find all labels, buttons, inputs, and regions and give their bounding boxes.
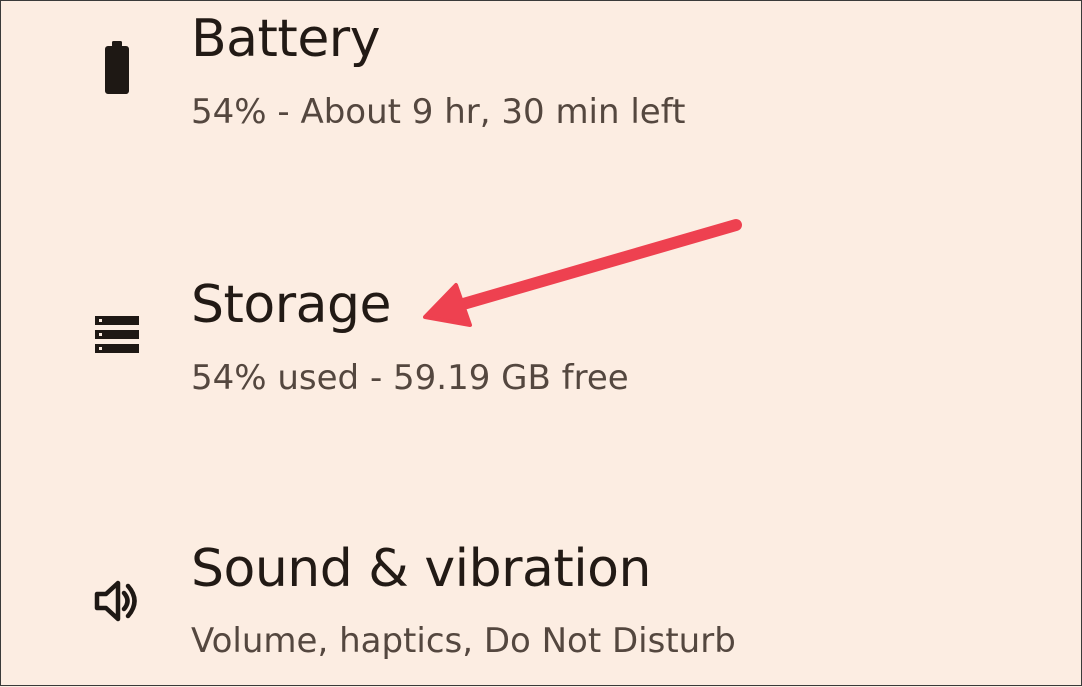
settings-item-summary: Volume, haptics, Do Not Disturb bbox=[191, 621, 736, 661]
settings-item-sound-vibration[interactable]: Sound & vibration Volume, haptics, Do No… bbox=[1, 461, 1081, 687]
settings-item-summary: 54% - About 9 hr, 30 min left bbox=[191, 92, 686, 132]
settings-item-title: Sound & vibration bbox=[191, 539, 651, 599]
settings-item-battery[interactable]: Battery 54% - About 9 hr, 30 min left bbox=[1, 1, 1081, 201]
settings-item-storage[interactable]: Storage 54% used - 59.19 GB free bbox=[1, 201, 1081, 461]
storage-icon bbox=[89, 307, 145, 363]
settings-item-title: Battery bbox=[191, 9, 380, 69]
battery-icon bbox=[89, 41, 145, 97]
volume-icon bbox=[89, 573, 145, 629]
settings-item-summary: 54% used - 59.19 GB free bbox=[191, 358, 629, 398]
settings-item-title: Storage bbox=[191, 275, 391, 335]
